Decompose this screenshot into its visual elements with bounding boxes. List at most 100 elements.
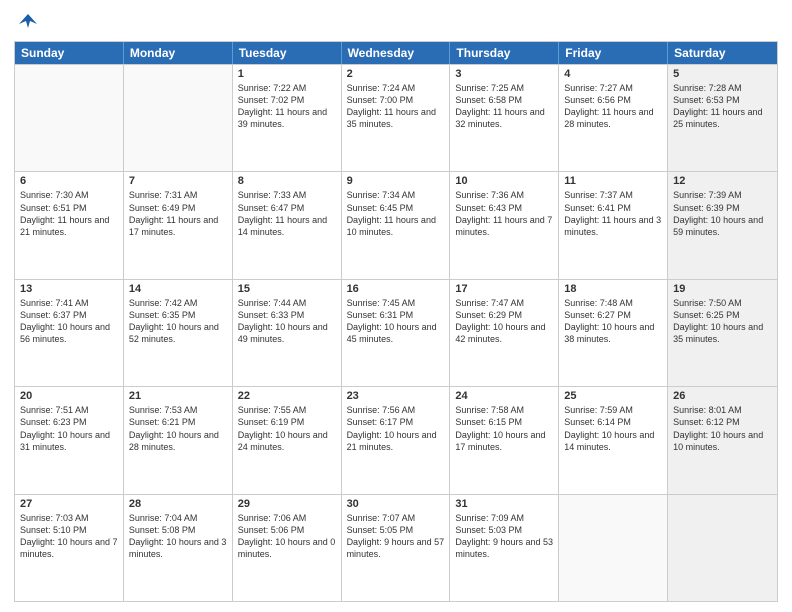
calendar-row-2: 13 Sunrise: 7:41 AM Sunset: 6:37 PM Dayli… <box>15 279 777 386</box>
calendar-cell: 10 Sunrise: 7:36 AM Sunset: 6:43 PM Dayli… <box>450 172 559 278</box>
weekday-header-saturday: Saturday <box>668 42 777 64</box>
cell-info: Sunrise: 7:42 AM Sunset: 6:35 PM Dayligh… <box>129 297 227 346</box>
calendar-cell <box>124 65 233 171</box>
day-number: 5 <box>673 68 772 80</box>
day-number: 27 <box>20 498 118 510</box>
cell-info: Sunrise: 7:39 AM Sunset: 6:39 PM Dayligh… <box>673 189 772 238</box>
calendar-cell: 13 Sunrise: 7:41 AM Sunset: 6:37 PM Dayli… <box>15 280 124 386</box>
day-number: 8 <box>238 175 336 187</box>
calendar-cell: 26Sunrise: 8:01 AM Sunset: 6:12 PM Dayli… <box>668 387 777 493</box>
cell-info: Sunrise: 7:25 AM Sunset: 6:58 PM Dayligh… <box>455 82 553 131</box>
calendar-cell: 19 Sunrise: 7:50 AM Sunset: 6:25 PM Dayli… <box>668 280 777 386</box>
day-number: 31 <box>455 498 553 510</box>
calendar-cell: 6Sunrise: 7:30 AM Sunset: 6:51 PM Daylig… <box>15 172 124 278</box>
cell-info: Sunrise: 7:59 AM Sunset: 6:14 PM Dayligh… <box>564 404 662 453</box>
day-number: 20 <box>20 390 118 402</box>
calendar-cell: 12 Sunrise: 7:39 AM Sunset: 6:39 PM Dayli… <box>668 172 777 278</box>
calendar-cell: 27 Sunrise: 7:03 AM Sunset: 5:10 PM Dayli… <box>15 495 124 601</box>
calendar-cell: 20 Sunrise: 7:51 AM Sunset: 6:23 PM Dayli… <box>15 387 124 493</box>
calendar-cell: 16Sunrise: 7:45 AM Sunset: 6:31 PM Dayli… <box>342 280 451 386</box>
header <box>14 10 778 33</box>
cell-info: Sunrise: 7:30 AM Sunset: 6:51 PM Dayligh… <box>20 189 118 238</box>
day-number: 28 <box>129 498 227 510</box>
cell-info: Sunrise: 7:31 AM Sunset: 6:49 PM Dayligh… <box>129 189 227 238</box>
weekday-header-sunday: Sunday <box>15 42 124 64</box>
day-number: 2 <box>347 68 445 80</box>
day-number: 21 <box>129 390 227 402</box>
weekday-header-wednesday: Wednesday <box>342 42 451 64</box>
calendar-cell: 30 Sunrise: 7:07 AM Sunset: 5:05 PM Dayli… <box>342 495 451 601</box>
calendar-cell: 17 Sunrise: 7:47 AM Sunset: 6:29 PM Dayli… <box>450 280 559 386</box>
calendar-cell <box>559 495 668 601</box>
logo-bird-icon <box>17 10 39 32</box>
day-number: 24 <box>455 390 553 402</box>
cell-info: Sunrise: 7:44 AM Sunset: 6:33 PM Dayligh… <box>238 297 336 346</box>
day-number: 14 <box>129 283 227 295</box>
day-number: 12 <box>673 175 772 187</box>
cell-info: Sunrise: 7:51 AM Sunset: 6:23 PM Dayligh… <box>20 404 118 453</box>
cell-info: Sunrise: 7:45 AM Sunset: 6:31 PM Dayligh… <box>347 297 445 346</box>
calendar-cell: 9 Sunrise: 7:34 AM Sunset: 6:45 PM Daylig… <box>342 172 451 278</box>
calendar-cell: 14 Sunrise: 7:42 AM Sunset: 6:35 PM Dayli… <box>124 280 233 386</box>
day-number: 29 <box>238 498 336 510</box>
weekday-header-tuesday: Tuesday <box>233 42 342 64</box>
calendar-cell: 29Sunrise: 7:06 AM Sunset: 5:06 PM Dayli… <box>233 495 342 601</box>
calendar: SundayMondayTuesdayWednesdayThursdayFrid… <box>14 41 778 602</box>
day-number: 11 <box>564 175 662 187</box>
cell-info: Sunrise: 7:41 AM Sunset: 6:37 PM Dayligh… <box>20 297 118 346</box>
weekday-header-monday: Monday <box>124 42 233 64</box>
calendar-cell: 21 Sunrise: 7:53 AM Sunset: 6:21 PM Dayli… <box>124 387 233 493</box>
calendar-cell: 5 Sunrise: 7:28 AM Sunset: 6:53 PM Daylig… <box>668 65 777 171</box>
calendar-cell: 18Sunrise: 7:48 AM Sunset: 6:27 PM Dayli… <box>559 280 668 386</box>
cell-info: Sunrise: 7:09 AM Sunset: 5:03 PM Dayligh… <box>455 512 553 561</box>
day-number: 13 <box>20 283 118 295</box>
day-number: 10 <box>455 175 553 187</box>
weekday-header-thursday: Thursday <box>450 42 559 64</box>
day-number: 25 <box>564 390 662 402</box>
cell-info: Sunrise: 7:34 AM Sunset: 6:45 PM Dayligh… <box>347 189 445 238</box>
cell-info: Sunrise: 7:24 AM Sunset: 7:00 PM Dayligh… <box>347 82 445 131</box>
cell-info: Sunrise: 7:28 AM Sunset: 6:53 PM Dayligh… <box>673 82 772 131</box>
day-number: 17 <box>455 283 553 295</box>
cell-info: Sunrise: 7:56 AM Sunset: 6:17 PM Dayligh… <box>347 404 445 453</box>
cell-info: Sunrise: 7:04 AM Sunset: 5:08 PM Dayligh… <box>129 512 227 561</box>
cell-info: Sunrise: 7:07 AM Sunset: 5:05 PM Dayligh… <box>347 512 445 561</box>
cell-info: Sunrise: 7:36 AM Sunset: 6:43 PM Dayligh… <box>455 189 553 238</box>
cell-info: Sunrise: 7:47 AM Sunset: 6:29 PM Dayligh… <box>455 297 553 346</box>
calendar-cell: 4Sunrise: 7:27 AM Sunset: 6:56 PM Daylig… <box>559 65 668 171</box>
cell-info: Sunrise: 7:22 AM Sunset: 7:02 PM Dayligh… <box>238 82 336 131</box>
cell-info: Sunrise: 7:03 AM Sunset: 5:10 PM Dayligh… <box>20 512 118 561</box>
day-number: 22 <box>238 390 336 402</box>
day-number: 30 <box>347 498 445 510</box>
day-number: 9 <box>347 175 445 187</box>
calendar-row-0: 1 Sunrise: 7:22 AM Sunset: 7:02 PM Daylig… <box>15 64 777 171</box>
calendar-row-1: 6Sunrise: 7:30 AM Sunset: 6:51 PM Daylig… <box>15 171 777 278</box>
day-number: 7 <box>129 175 227 187</box>
calendar-cell: 1 Sunrise: 7:22 AM Sunset: 7:02 PM Daylig… <box>233 65 342 171</box>
cell-info: Sunrise: 7:58 AM Sunset: 6:15 PM Dayligh… <box>455 404 553 453</box>
cell-info: Sunrise: 8:01 AM Sunset: 6:12 PM Dayligh… <box>673 404 772 453</box>
cell-info: Sunrise: 7:33 AM Sunset: 6:47 PM Dayligh… <box>238 189 336 238</box>
cell-info: Sunrise: 7:48 AM Sunset: 6:27 PM Dayligh… <box>564 297 662 346</box>
calendar-cell: 25 Sunrise: 7:59 AM Sunset: 6:14 PM Dayli… <box>559 387 668 493</box>
weekday-header-friday: Friday <box>559 42 668 64</box>
calendar-row-4: 27 Sunrise: 7:03 AM Sunset: 5:10 PM Dayli… <box>15 494 777 601</box>
calendar-cell <box>15 65 124 171</box>
calendar-cell: 7 Sunrise: 7:31 AM Sunset: 6:49 PM Daylig… <box>124 172 233 278</box>
cell-info: Sunrise: 7:50 AM Sunset: 6:25 PM Dayligh… <box>673 297 772 346</box>
cell-info: Sunrise: 7:27 AM Sunset: 6:56 PM Dayligh… <box>564 82 662 131</box>
page: SundayMondayTuesdayWednesdayThursdayFrid… <box>0 0 792 612</box>
cell-info: Sunrise: 7:37 AM Sunset: 6:41 PM Dayligh… <box>564 189 662 238</box>
calendar-cell: 31 Sunrise: 7:09 AM Sunset: 5:03 PM Dayli… <box>450 495 559 601</box>
day-number: 15 <box>238 283 336 295</box>
calendar-cell: 28 Sunrise: 7:04 AM Sunset: 5:08 PM Dayli… <box>124 495 233 601</box>
day-number: 3 <box>455 68 553 80</box>
calendar-body: 1 Sunrise: 7:22 AM Sunset: 7:02 PM Daylig… <box>15 64 777 601</box>
day-number: 19 <box>673 283 772 295</box>
cell-info: Sunrise: 7:53 AM Sunset: 6:21 PM Dayligh… <box>129 404 227 453</box>
calendar-cell: 3 Sunrise: 7:25 AM Sunset: 6:58 PM Daylig… <box>450 65 559 171</box>
calendar-cell: 22Sunrise: 7:55 AM Sunset: 6:19 PM Dayli… <box>233 387 342 493</box>
day-number: 1 <box>238 68 336 80</box>
logo <box>14 10 39 33</box>
calendar-header: SundayMondayTuesdayWednesdayThursdayFrid… <box>15 42 777 64</box>
